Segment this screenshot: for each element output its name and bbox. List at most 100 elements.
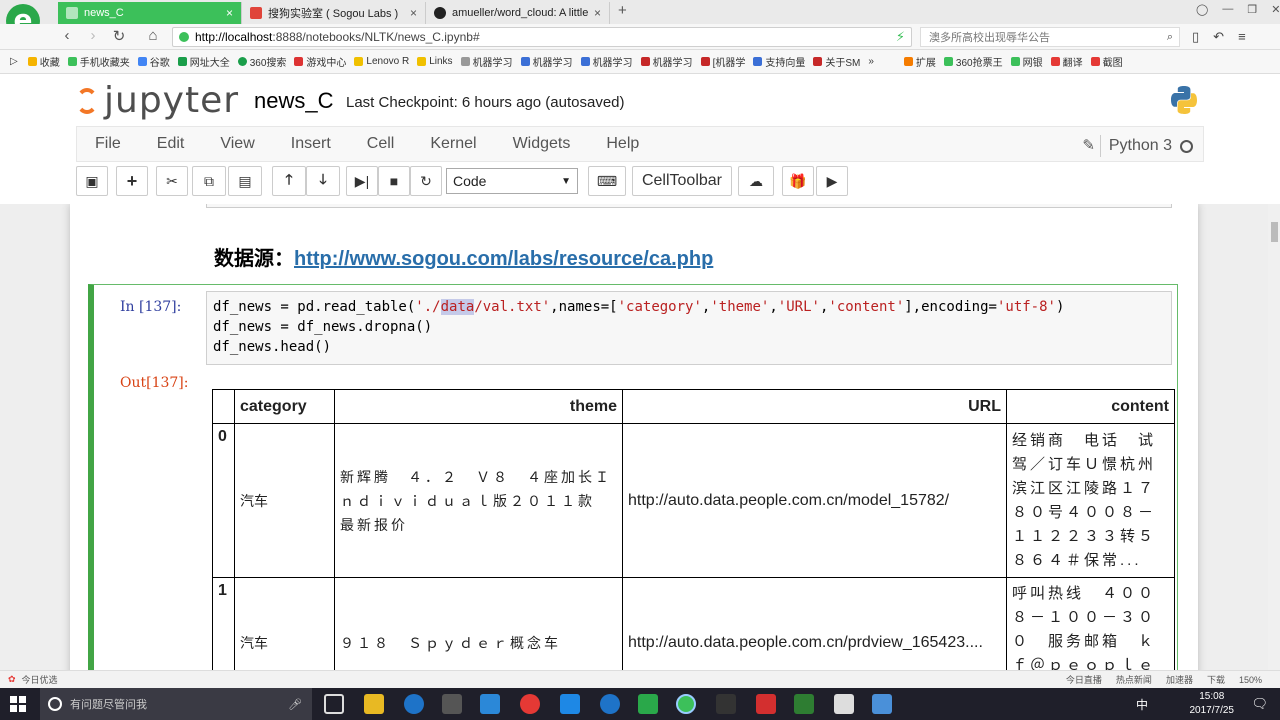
insert-cell-button[interactable]: + bbox=[116, 166, 148, 196]
new-tab-icon[interactable]: + bbox=[618, 2, 627, 19]
menu-file[interactable]: File bbox=[77, 135, 139, 153]
bookmark-item[interactable]: 收藏 bbox=[27, 54, 60, 69]
close-tab-icon[interactable]: × bbox=[594, 6, 601, 20]
chrome-icon[interactable] bbox=[520, 694, 540, 714]
bookmark-item[interactable]: 游戏中心 bbox=[294, 54, 346, 69]
windows-start-icon[interactable] bbox=[10, 696, 26, 712]
url-field[interactable]: http://localhost:8888/notebooks/NLTK/new… bbox=[172, 27, 912, 47]
cortana-search[interactable]: 有问题尽管问我 🎤︎ bbox=[40, 688, 312, 720]
bookmark-item[interactable]: 手机收藏夹 bbox=[67, 54, 130, 69]
bookmark-item[interactable]: Lenovo R bbox=[354, 56, 409, 67]
bookmark-item[interactable]: 机器学习 bbox=[460, 54, 513, 69]
gift-button[interactable]: 🎁 bbox=[782, 166, 814, 196]
forward-icon[interactable]: › bbox=[82, 27, 104, 44]
bookmark-item[interactable]: 关于SM bbox=[813, 54, 860, 69]
home-icon[interactable]: ⌂ bbox=[142, 27, 164, 44]
store-icon[interactable] bbox=[442, 694, 462, 714]
restart-button[interactable]: ↻ bbox=[410, 166, 442, 196]
bookmark-item[interactable]: 360抢票王 bbox=[943, 54, 1003, 69]
clock[interactable]: 15:08 2017/7/25 bbox=[1190, 690, 1235, 718]
microphone-icon[interactable]: 🎤︎ bbox=[288, 698, 302, 711]
menu-view[interactable]: View bbox=[202, 135, 272, 153]
menu-icon[interactable]: ≡ bbox=[1238, 29, 1246, 45]
run-button[interactable]: ▶| bbox=[346, 166, 378, 196]
jupyter-app-icon[interactable] bbox=[716, 694, 736, 714]
app-icon[interactable] bbox=[638, 694, 658, 714]
code-editor[interactable]: df_news = pd.read_table('./data/val.txt'… bbox=[206, 291, 1172, 365]
bookmark-item[interactable]: 支持向量 bbox=[753, 54, 805, 69]
menu-edit[interactable]: Edit bbox=[139, 135, 203, 153]
paste-button[interactable]: ▤ bbox=[228, 166, 262, 196]
menu-insert[interactable]: Insert bbox=[273, 135, 349, 153]
status-item[interactable]: 热点新闻 bbox=[1116, 673, 1152, 686]
excel-icon[interactable] bbox=[794, 694, 814, 714]
bookmark-item[interactable]: 翻译 bbox=[1050, 54, 1083, 69]
task-view-icon[interactable] bbox=[324, 694, 344, 714]
tab-github[interactable]: amueller/word_cloud: A little × bbox=[426, 2, 610, 24]
notebook-name[interactable]: news_C bbox=[254, 88, 333, 114]
undo-icon[interactable]: ↶ bbox=[1213, 29, 1224, 45]
status-item[interactable]: 下载 bbox=[1207, 673, 1225, 686]
app-icon[interactable] bbox=[480, 694, 500, 714]
close-tab-icon[interactable]: × bbox=[226, 6, 233, 20]
ie-icon[interactable] bbox=[600, 694, 620, 714]
powerpoint-icon[interactable] bbox=[756, 694, 776, 714]
sidebar-toggle-icon[interactable]: ▷ bbox=[10, 56, 18, 67]
command-palette-button[interactable]: ⌨ bbox=[588, 166, 626, 196]
menu-cell[interactable]: Cell bbox=[349, 135, 413, 153]
bookmark-item[interactable]: [机器学 bbox=[700, 54, 745, 69]
menu-kernel[interactable]: Kernel bbox=[412, 135, 494, 153]
menu-help[interactable]: Help bbox=[588, 135, 657, 153]
copy-button[interactable]: ⧉ bbox=[192, 166, 226, 196]
notifications-icon[interactable]: 🗨︎ bbox=[1251, 696, 1268, 712]
jupyter-logo[interactable]: jupyter bbox=[76, 80, 239, 121]
move-up-button[interactable]: 🡑 bbox=[272, 166, 306, 196]
edge-icon[interactable] bbox=[404, 694, 424, 714]
more-bookmarks[interactable]: » bbox=[868, 56, 874, 67]
tab-sogou-labs[interactable]: 搜狗实验室 ( Sogou Labs ) × bbox=[242, 2, 426, 24]
page-scrollbar[interactable] bbox=[1268, 204, 1280, 670]
back-icon[interactable]: ‹ bbox=[56, 27, 78, 44]
bookmark-item[interactable]: 截图 bbox=[1090, 54, 1123, 69]
bookmark-item[interactable]: 网银 bbox=[1010, 54, 1043, 69]
bookmark-item[interactable]: Links bbox=[417, 56, 453, 67]
markdown-cell[interactable]: 数据源：http://www.sogou.com/labs/resource/c… bbox=[214, 242, 713, 271]
status-item[interactable]: 今日直播 bbox=[1066, 673, 1102, 686]
maximize-icon[interactable]: ❐ bbox=[1247, 3, 1257, 16]
refresh-icon[interactable]: ↻ bbox=[108, 27, 130, 45]
cell-type-select[interactable]: Code ▼ bbox=[446, 168, 578, 194]
move-down-button[interactable]: 🡓 bbox=[306, 166, 340, 196]
close-tab-icon[interactable]: × bbox=[410, 6, 417, 20]
search-field[interactable]: 澳多所高校出现辱华公告 ⌕ bbox=[920, 27, 1180, 47]
bookmark-item[interactable]: 网址大全 bbox=[177, 54, 230, 69]
upload-button[interactable]: ☁ bbox=[738, 166, 774, 196]
mobile-icon[interactable]: ▯ bbox=[1192, 29, 1199, 45]
code-cell[interactable]: In [137]: df_news = pd.read_table('./dat… bbox=[88, 284, 1178, 670]
bookmark-item[interactable]: 机器学习 bbox=[520, 54, 573, 69]
cut-button[interactable]: ✂ bbox=[156, 166, 188, 196]
interrupt-button[interactable]: ■ bbox=[378, 166, 410, 196]
skin-icon[interactable]: ◯ bbox=[1196, 3, 1208, 16]
camtasia-icon[interactable] bbox=[834, 694, 854, 714]
zoom-level[interactable]: 150% bbox=[1239, 675, 1262, 685]
search-icon[interactable]: ⌕ bbox=[1167, 31, 1173, 44]
ime-indicator[interactable]: 中 bbox=[1136, 696, 1148, 713]
bookmark-item[interactable]: 谷歌 bbox=[137, 54, 170, 69]
data-source-link[interactable]: http://www.sogou.com/labs/resource/ca.ph… bbox=[294, 248, 713, 270]
close-window-icon[interactable]: ✕ bbox=[1271, 3, 1280, 16]
status-item[interactable]: 加速器 bbox=[1166, 673, 1193, 686]
edit-pencil-icon[interactable]: ✎ bbox=[1082, 136, 1095, 154]
previous-cell[interactable] bbox=[206, 204, 1172, 208]
file-explorer-icon[interactable] bbox=[364, 694, 384, 714]
video-button[interactable]: ▶ bbox=[816, 166, 848, 196]
menu-widgets[interactable]: Widgets bbox=[495, 135, 589, 153]
bookmark-item[interactable]: 机器学习 bbox=[580, 54, 633, 69]
scrollbar-thumb[interactable] bbox=[1271, 222, 1278, 242]
celltoolbar-button[interactable]: CellToolbar bbox=[632, 166, 732, 196]
deals-icon[interactable]: ✿ bbox=[8, 674, 16, 685]
bookmark-item[interactable]: 扩展 bbox=[903, 54, 936, 69]
vs-icon[interactable] bbox=[560, 694, 580, 714]
bookmark-item[interactable]: 360搜索 bbox=[237, 54, 286, 69]
save-button[interactable]: ▣ bbox=[76, 166, 108, 196]
lightning-icon[interactable]: ⚡ bbox=[896, 29, 905, 45]
